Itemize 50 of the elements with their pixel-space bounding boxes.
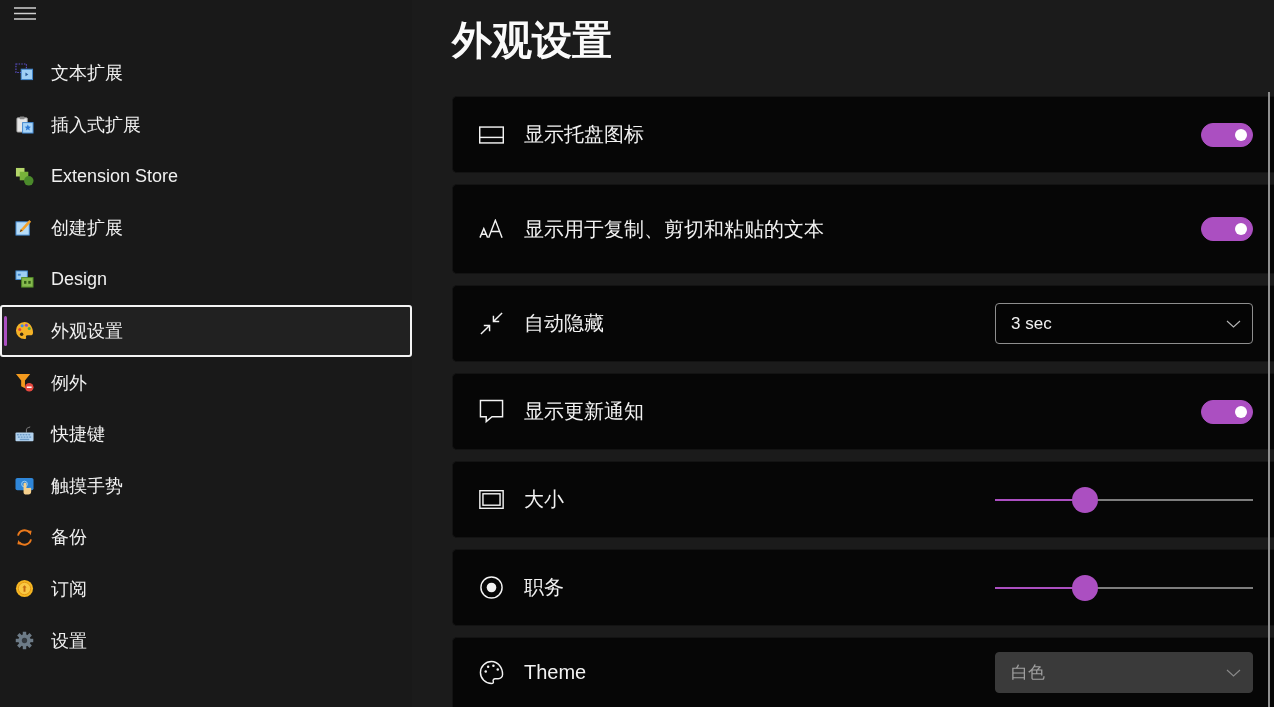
speech-bubble-icon	[479, 399, 504, 424]
sidebar-item[interactable]: Design	[0, 253, 412, 306]
setting-label: 显示更新通知	[524, 399, 644, 424]
setting-label: Theme	[524, 661, 587, 684]
setting-label: 大小	[524, 487, 564, 512]
funnel-icon	[15, 373, 34, 393]
font-size-icon	[479, 219, 504, 239]
selection-frame-icon	[15, 63, 34, 83]
circular-arrows-icon	[15, 527, 34, 547]
dropdown[interactable]: 3 sec	[995, 303, 1253, 344]
sidebar-item[interactable]: 例外	[0, 356, 412, 409]
frame-icon	[479, 490, 504, 509]
sidebar-item[interactable]: 设置	[0, 614, 412, 667]
chevron-down-icon	[1226, 668, 1241, 677]
gear-icon	[15, 631, 34, 650]
sidebar-item[interactable]: 插入式扩展	[0, 98, 412, 151]
setting-label: 职务	[524, 575, 564, 600]
sidebar-item[interactable]: 创建扩展	[0, 201, 412, 254]
sidebar-item[interactable]: 快捷键	[0, 408, 412, 460]
slider-thumb[interactable]	[1071, 486, 1098, 513]
palette-icon	[15, 321, 34, 341]
sidebar-item[interactable]: 外观设置	[0, 305, 412, 357]
chevron-down-icon	[1226, 319, 1241, 328]
slider-thumb[interactable]	[1071, 574, 1098, 601]
selection-indicator	[4, 316, 7, 347]
toggle-switch[interactable]	[1201, 122, 1253, 147]
windows-icon	[15, 269, 34, 289]
coin-icon	[15, 579, 34, 599]
toggle-switch[interactable]	[1201, 399, 1253, 424]
sidebar-item[interactable]: Extension Store	[0, 150, 412, 202]
collapse-arrows-icon	[479, 311, 504, 336]
radio-dot-icon	[479, 575, 504, 600]
palette-icon	[479, 660, 504, 685]
notepad-pencil-icon	[15, 218, 34, 238]
setting-label: 显示托盘图标	[524, 122, 644, 147]
touch-screen-icon	[15, 476, 34, 496]
sidebar-item[interactable]: 触摸手势	[0, 459, 412, 512]
menu-icon	[14, 7, 36, 20]
scrollbar[interactable]	[1268, 92, 1270, 707]
sidebar-item[interactable]: 文本扩展	[0, 47, 412, 99]
clipboard-icon	[15, 115, 34, 135]
setting-label: 自动隐藏	[524, 311, 604, 336]
shapes-icon	[15, 166, 34, 186]
setting-label: 显示用于复制、剪切和粘贴的文本	[524, 216, 824, 242]
sidebar-item[interactable]: 备份	[0, 511, 412, 564]
keyboard-icon	[15, 424, 34, 444]
sidebar-item[interactable]: 订阅	[0, 563, 412, 615]
page-title: 外观设置	[452, 17, 612, 64]
toggle-switch[interactable]	[1201, 217, 1253, 241]
panel-icon	[479, 125, 504, 144]
